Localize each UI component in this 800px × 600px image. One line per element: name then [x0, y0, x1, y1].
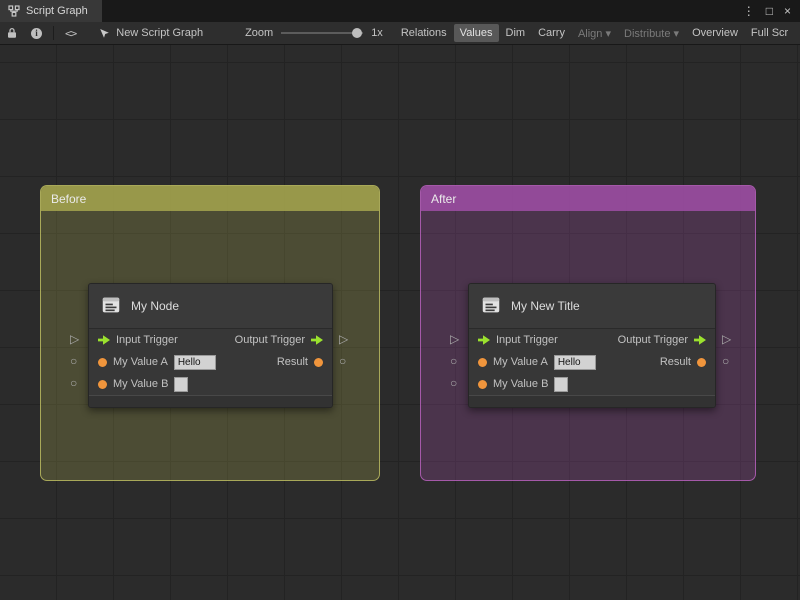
node-title: My Node [131, 299, 180, 313]
chevron-down-icon: ▾ [673, 27, 680, 40]
script-graph-icon [8, 5, 20, 17]
value-b-port-icon [478, 379, 487, 389]
ext-output-trigger-port[interactable]: ▷ [722, 333, 731, 345]
node-before[interactable]: My Node Input Trigger Output Trigger My … [88, 283, 333, 408]
align-label: Align [577, 27, 603, 40]
chevron-down-icon: ▾ [605, 27, 612, 40]
zoom-control: Zoom 1x [245, 27, 383, 39]
zoom-slider[interactable] [281, 28, 364, 38]
maximize-icon[interactable]: □ [766, 4, 773, 18]
node-icon [480, 294, 502, 319]
info-icon[interactable]: i [24, 22, 49, 44]
value-b-input[interactable] [174, 376, 189, 392]
value-b-port-icon [98, 379, 107, 389]
output-trigger-icon [694, 335, 706, 345]
values-button[interactable]: Values [453, 24, 499, 42]
node-footer [89, 395, 332, 407]
result-label: Result [276, 356, 308, 368]
zoom-value: 1x [371, 27, 383, 39]
value-a-port-icon [478, 357, 487, 367]
tab-title: Script Graph [26, 5, 88, 17]
graph-toolbar: i <> New Script Graph Zoom 1x Relations … [0, 22, 800, 45]
group-before-header[interactable]: Before [41, 186, 379, 211]
value-b-label: My Value B [113, 378, 169, 390]
node-after-header[interactable]: My New Title [469, 284, 715, 329]
node-before-header[interactable]: My Node [89, 284, 332, 329]
port-row-triggers[interactable]: Input Trigger Output Trigger [89, 329, 332, 351]
ext-value-b-port[interactable]: ○ [70, 377, 77, 389]
port-row-value-a[interactable]: My Value A Result [469, 351, 715, 373]
window-controls: ⋮ □ × [743, 0, 800, 22]
ext-value-a-port[interactable]: ○ [70, 355, 77, 367]
input-trigger-label: Input Trigger [116, 334, 178, 346]
toolbar-divider [53, 26, 54, 40]
graph-pointer-icon [99, 28, 110, 39]
node-icon [100, 294, 122, 319]
ext-result-port[interactable]: ○ [722, 355, 729, 367]
node-footer [469, 395, 715, 407]
distribute-dropdown: Distribute ▾ [618, 24, 685, 43]
input-trigger-icon [98, 335, 110, 345]
toolbar-buttons: Relations Values Dim Carry Align ▾ Distr… [395, 24, 794, 43]
node-unit-after: ▷ ○ ○ ▷ ○ My New Title Input Trigger Out… [450, 283, 731, 408]
align-dropdown: Align ▾ [572, 24, 617, 43]
value-b-input[interactable] [554, 376, 569, 392]
kebab-menu-icon[interactable]: ⋮ [743, 4, 755, 18]
fullscreen-button[interactable]: Full Scr [745, 24, 794, 42]
dim-button[interactable]: Dim [500, 24, 532, 42]
port-row-value-a[interactable]: My Value A Result [89, 351, 332, 373]
tab-script-graph[interactable]: Script Graph [0, 0, 102, 22]
group-after-title: After [431, 191, 457, 206]
port-row-value-b[interactable]: My Value B [469, 373, 715, 395]
graph-title[interactable]: New Script Graph [99, 27, 203, 39]
code-view-icon[interactable]: <> [58, 22, 83, 44]
ext-value-a-port[interactable]: ○ [450, 355, 457, 367]
output-trigger-label: Output Trigger [234, 334, 305, 346]
value-a-port-icon [98, 357, 107, 367]
port-row-value-b[interactable]: My Value B [89, 373, 332, 395]
ext-value-b-port[interactable]: ○ [450, 377, 457, 389]
zoom-label: Zoom [245, 27, 274, 39]
output-trigger-label: Output Trigger [617, 334, 688, 346]
ext-result-port[interactable]: ○ [339, 355, 346, 367]
ext-input-trigger-port[interactable]: ▷ [450, 333, 459, 345]
result-port-icon [697, 357, 706, 367]
value-a-label: My Value A [493, 356, 548, 368]
value-a-input[interactable] [173, 354, 216, 370]
result-port-icon [314, 357, 323, 367]
overview-button[interactable]: Overview [686, 24, 744, 42]
node-after[interactable]: My New Title Input Trigger Output Trigge… [468, 283, 716, 408]
window-tab-bar: Script Graph ⋮ □ × [0, 0, 800, 22]
group-before-title: Before [51, 191, 87, 206]
value-a-input[interactable] [553, 354, 596, 370]
node-title: My New Title [511, 299, 580, 313]
output-trigger-icon [311, 335, 323, 345]
distribute-label: Distribute [624, 27, 671, 40]
group-after-header[interactable]: After [421, 186, 755, 211]
lock-icon[interactable] [0, 22, 24, 44]
graph-canvas[interactable]: Before After ▷ ○ ○ ▷ ○ My Node Input Tri… [0, 45, 800, 600]
value-a-label: My Value A [113, 356, 168, 368]
ext-input-trigger-port[interactable]: ▷ [70, 333, 79, 345]
result-label: Result [659, 356, 691, 368]
carry-button[interactable]: Carry [532, 24, 571, 42]
graph-title-label: New Script Graph [116, 27, 204, 39]
input-trigger-icon [478, 335, 490, 345]
port-row-triggers[interactable]: Input Trigger Output Trigger [469, 329, 715, 351]
relations-button[interactable]: Relations [395, 24, 453, 42]
node-unit-before: ▷ ○ ○ ▷ ○ My Node Input Trigger Output T… [70, 283, 348, 408]
input-trigger-label: Input Trigger [496, 334, 558, 346]
close-icon[interactable]: × [784, 4, 791, 18]
ext-output-trigger-port[interactable]: ▷ [339, 333, 348, 345]
value-b-label: My Value B [493, 378, 549, 390]
zoom-slider-handle[interactable] [352, 28, 363, 38]
